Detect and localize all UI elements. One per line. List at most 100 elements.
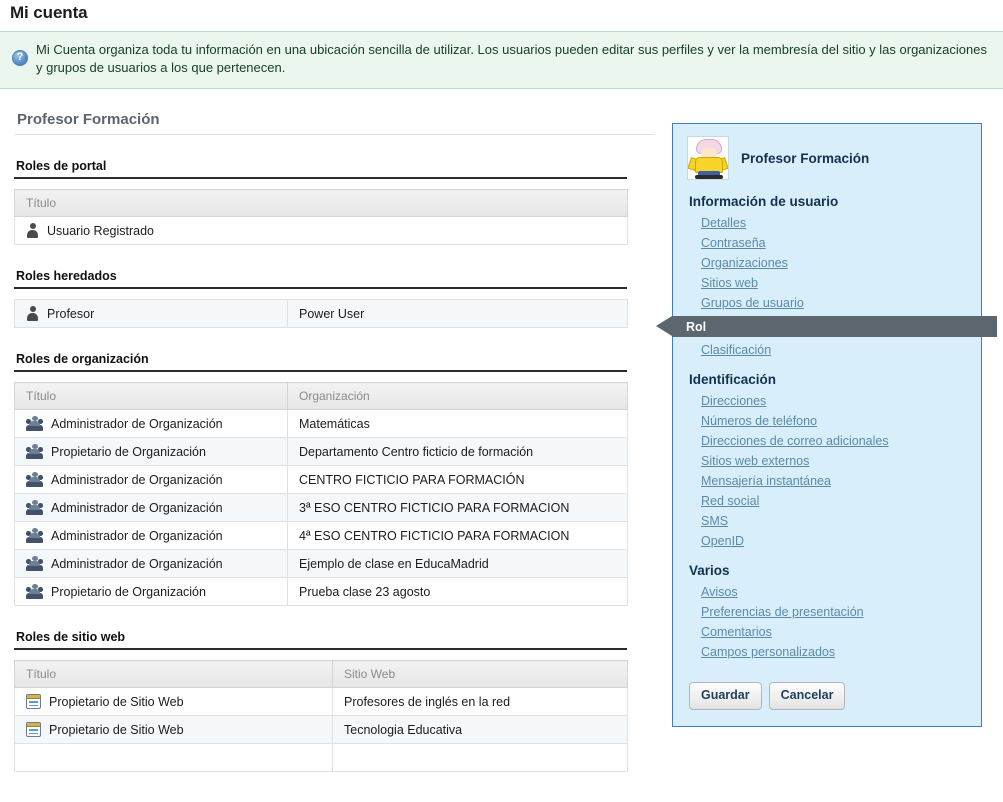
main-content: Profesor Formación Roles de portal Títul… [0,89,665,772]
cell-value: Ejemplo de clase en EducaMadrid [287,549,628,578]
group-icon [26,472,43,487]
cell-value: Tecnologia Educativa [332,715,628,744]
sidebar-item-rol[interactable]: Rol [656,316,997,337]
table-row[interactable]: Administrador de Organización Matemática… [14,409,628,438]
table-row[interactable]: Usuario Registrado [14,216,628,245]
sidebar-group-title-varios: Varios [689,563,730,578]
cell-value: CENTRO FICTICIO PARA FORMACIÓN [287,465,628,494]
table-row[interactable]: Administrador de Organización Ejemplo de… [14,549,628,578]
sidebar-user: Profesor Formación [687,136,967,180]
user-avatar-image [687,136,729,180]
role-title: Usuario Registrado [47,223,154,238]
group-icon [26,416,43,431]
column-header-titulo: Título [14,382,288,410]
site-icon [26,694,41,709]
role-title: Propietario de Organización [51,584,206,599]
person-icon [26,223,39,238]
section-title-site-roles: Roles de sitio web [14,630,627,650]
role-title: Propietario de Sitio Web [49,722,184,737]
role-title: Administrador de Organización [51,556,223,571]
cell-title: Usuario Registrado [14,216,628,245]
column-header-titulo: Título [14,660,333,688]
cell-value: 3ª ESO CENTRO FICTICIO PARA FORMACION [287,493,628,522]
role-title: Administrador de Organización [51,528,223,543]
column-header-sitio-web: Sitio Web [332,660,628,688]
table-row[interactable]: Propietario de Sitio Web Tecnologia Educ… [14,715,628,744]
sidebar-item-sitios-web-externos[interactable]: Sitios web externos [687,451,967,471]
cell-title: Administrador de Organización [14,493,288,522]
sidebar-item-direcciones-de-correo-adicionales[interactable]: Direcciones de correo adicionales [687,431,967,451]
sidebar-user-name: Profesor Formación [741,150,870,166]
cancel-button[interactable]: Cancelar [768,682,846,710]
cell-value: 4ª ESO CENTRO FICTICIO PARA FORMACION [287,521,628,550]
sidebar-group-title-identification: Identificación [689,372,777,387]
sidebar-item-avisos[interactable]: Avisos [687,582,967,602]
save-button[interactable]: Guardar [689,682,762,710]
cell-value: Power User [287,299,628,328]
group-icon [26,500,43,515]
sidebar-item-preferencias-de-presentacion[interactable]: Preferencias de presentación [687,602,967,622]
sidebar-item-clasificacion[interactable]: Clasificación [687,340,967,360]
table-row[interactable]: Propietario de Organización Departamento… [14,437,628,466]
section-organization-roles: Roles de organización Título Organizació… [14,352,665,606]
cell-title: Propietario de Sitio Web [14,715,333,744]
sidebar-item-organizaciones[interactable]: Organizaciones [687,253,967,273]
table-row[interactable] [14,743,628,772]
cell-value: Departamento Centro ficticio de formació… [287,437,628,466]
site-icon [26,722,41,737]
sidebar-item-comentarios[interactable]: Comentarios [687,622,967,642]
info-banner: Mi Cuenta organiza toda tu información e… [0,31,1003,89]
portal-roles-table: Título Usuario Registrado [14,189,628,245]
sidebar-item-campos-personalizados[interactable]: Campos personalizados [687,642,967,662]
group-icon [26,584,43,599]
cell-value: Matemáticas [287,409,628,438]
sidebar-group-title-user-info: Información de usuario [689,194,839,209]
role-title: Propietario de Sitio Web [49,694,184,709]
cell-value: Profesores de inglés en la red [332,687,628,716]
sidebar-item-detalles[interactable]: Detalles [687,213,967,233]
section-site-roles: Roles de sitio web Título Sitio Web Prop… [14,630,665,772]
sidebar-item-openid[interactable]: OpenID [687,531,967,551]
table-row[interactable]: Administrador de Organización 4ª ESO CEN… [14,521,628,550]
table-row[interactable]: Administrador de Organización 3ª ESO CEN… [14,493,628,522]
column-header-titulo: Título [14,189,628,217]
site-roles-table: Título Sitio Web Propietario de Sitio We… [14,660,628,772]
cell-title: Administrador de Organización [14,465,288,494]
sidebar-item-grupos-de-usuario[interactable]: Grupos de usuario [687,293,967,313]
sidebar-item-direcciones[interactable]: Direcciones [687,391,967,411]
user-heading: Profesor Formación [14,89,655,135]
cell-title: Propietario de Organización [14,577,288,606]
sidebar: Profesor Formación Información de usuari… [656,89,1003,727]
group-icon [26,556,43,571]
person-icon [26,306,39,321]
column-header-organizacion: Organización [287,382,628,410]
sidebar-item-sms[interactable]: SMS [687,511,967,531]
section-title-organization-roles: Roles de organización [14,352,627,372]
role-title: Propietario de Organización [51,444,206,459]
cell-value [332,743,628,772]
table-row[interactable]: Propietario de Organización Prueba clase… [14,577,628,606]
sidebar-item-red-social[interactable]: Red social [687,491,967,511]
cell-title: Administrador de Organización [14,521,288,550]
section-inherited-roles: Roles heredados Profesor Power User [14,269,665,328]
role-title: Administrador de Organización [51,500,223,515]
organization-roles-table: Título Organización Administrador de Org… [14,382,628,606]
section-title-inherited-roles: Roles heredados [14,269,627,289]
sidebar-item-sitios-web[interactable]: Sitios web [687,273,967,293]
table-row[interactable]: Administrador de Organización CENTRO FIC… [14,465,628,494]
cell-value: Prueba clase 23 agosto [287,577,628,606]
sidebar-item-mensajeria-instantanea[interactable]: Mensajería instantánea [687,471,967,491]
table-header-row: Título [14,189,628,217]
table-row[interactable]: Propietario de Sitio Web Profesores de i… [14,687,628,716]
inherited-roles-table: Profesor Power User [14,299,628,328]
table-header-row: Título Organización [14,382,628,410]
role-title: Profesor [47,306,95,321]
cell-title: Profesor [14,299,288,328]
page-title: Mi cuenta [10,3,88,22]
table-row[interactable]: Profesor Power User [14,299,628,328]
role-title: Administrador de Organización [51,416,223,431]
sidebar-item-numeros-de-telefono[interactable]: Números de teléfono [687,411,967,431]
group-icon [26,444,43,459]
sidebar-item-contrasena[interactable]: Contraseña [687,233,967,253]
sidebar-item-label: Rol [686,319,707,334]
